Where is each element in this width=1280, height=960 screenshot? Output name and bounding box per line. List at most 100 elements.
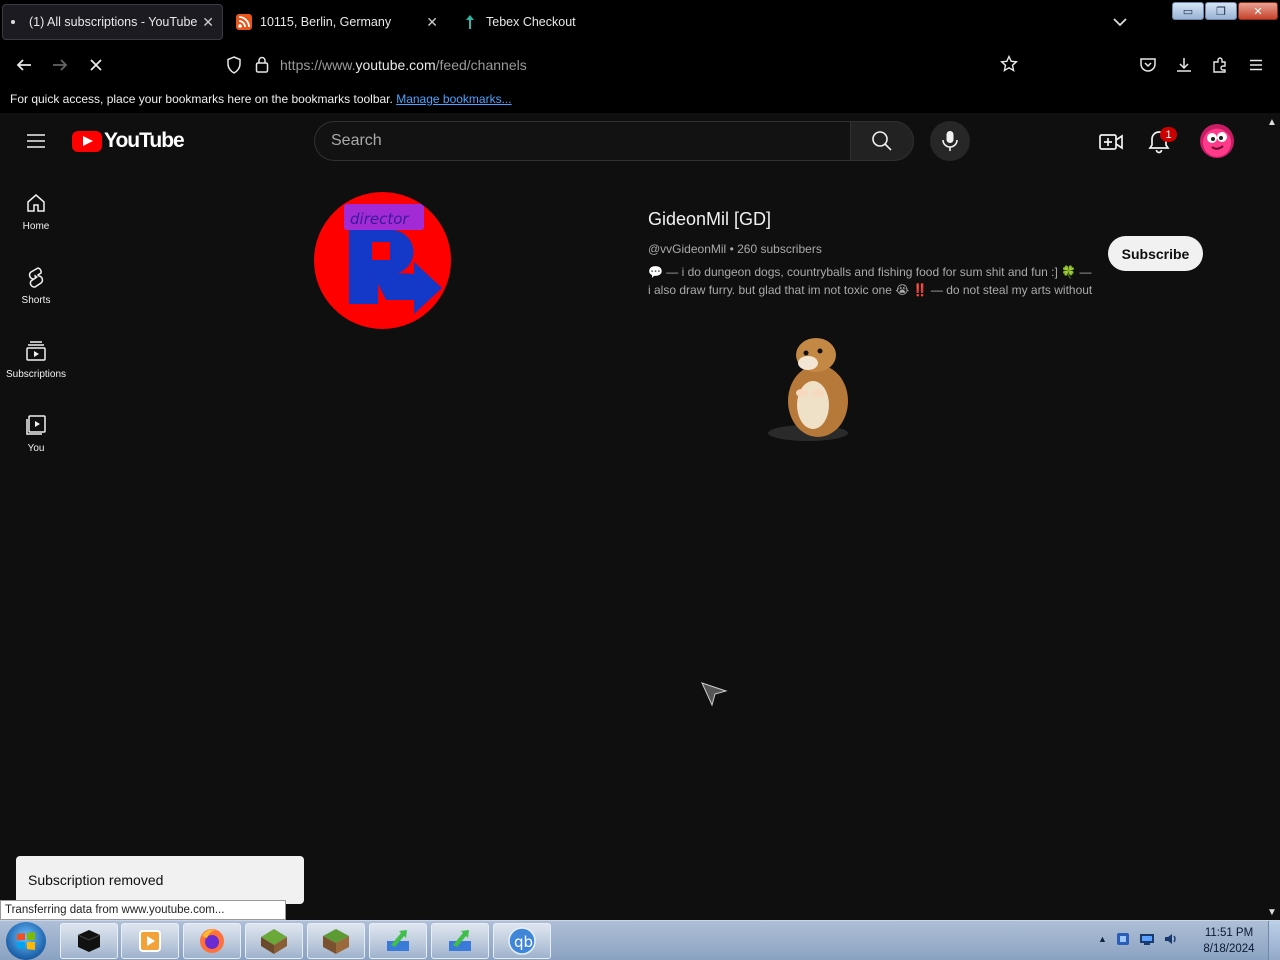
subscription-removed-toast: Subscription removed (16, 856, 304, 904)
tracking-shield-icon[interactable] (226, 56, 242, 74)
guide-label: Shorts (21, 295, 51, 306)
tab-label: (1) All subscriptions - YouTube (29, 15, 198, 29)
list-all-tabs-icon[interactable] (1110, 12, 1130, 32)
taskbar-app-green-arrow-2[interactable] (431, 923, 489, 959)
system-tray: ▲ (1098, 931, 1179, 947)
youtube-play-logo-icon (72, 130, 102, 152)
tray-expand-icon[interactable]: ▲ (1098, 934, 1107, 944)
url-text[interactable]: https://www.youtube.com/feed/channels (280, 57, 527, 73)
page-scrollbar[interactable]: ▲ ▼ (1264, 113, 1280, 920)
subscribe-button[interactable]: Subscribe (1108, 236, 1203, 271)
url-host: youtube.com (355, 57, 436, 73)
scroll-down-icon[interactable]: ▼ (1267, 907, 1277, 918)
youtube-logo[interactable]: YouTube (72, 129, 185, 153)
arrow-right-icon (53, 59, 68, 71)
search-button[interactable] (850, 121, 914, 161)
subscriptions-icon (26, 341, 46, 361)
channel-logo-r-icon: director (344, 204, 442, 314)
bookmarks-hint-text: For quick access, place your bookmarks h… (10, 92, 393, 106)
voice-search-button[interactable] (930, 121, 970, 161)
firefox-icon (200, 929, 224, 953)
minimize-button[interactable]: ▭ (1172, 2, 1204, 20)
browser-tab-bar: (1) All subscriptions - YouTube ✕ 10115,… (0, 0, 1280, 44)
tray-app-icon[interactable] (1115, 931, 1131, 947)
avatar-text: director (350, 210, 409, 228)
pocket-button[interactable] (1137, 54, 1159, 76)
arrow-left-icon (16, 59, 31, 71)
search-box: Search (314, 121, 914, 161)
tab-all-subscriptions[interactable]: (1) All subscriptions - YouTube ✕ (2, 4, 223, 40)
tab-close-icon[interactable]: ✕ (426, 14, 438, 31)
clock-time: 11:51 PM (1204, 927, 1254, 939)
browser-nav-bar: https://www.youtube.com/feed/channels (0, 44, 1280, 86)
taskbar-app-minecraft[interactable] (307, 923, 365, 959)
guide-label: Subscriptions (5, 369, 67, 380)
notification-count-badge: 1 (1160, 127, 1177, 142)
guide-label: You (27, 443, 45, 454)
channel-avatar[interactable]: director (314, 192, 451, 329)
account-avatar[interactable] (1200, 124, 1234, 158)
guide-item-shorts[interactable]: Shorts (0, 251, 72, 323)
windows-taskbar: qb ▲ 11:51 PM 8/18/2024 (0, 920, 1280, 960)
qb-text: qb (514, 933, 533, 951)
qbittorrent-icon: qb (508, 927, 536, 955)
green-arrow-app-icon-2 (449, 930, 471, 951)
guide-item-you[interactable]: You (0, 399, 72, 471)
window-controls: ▭ ❐ ✕ (1172, 2, 1278, 20)
scroll-up-icon[interactable]: ▲ (1267, 117, 1277, 128)
guide-item-home[interactable]: Home (0, 177, 72, 249)
restore-button[interactable]: ❐ (1205, 2, 1237, 20)
meta-separator: • (729, 242, 738, 256)
download-icon (1177, 58, 1191, 72)
extensions-button[interactable] (1209, 54, 1231, 76)
channel-meta: @vvGideonMil • 260 subscribers (648, 242, 822, 256)
taskbar-app-black-box[interactable] (60, 923, 118, 959)
create-video-icon[interactable] (1098, 129, 1124, 155)
guide-label: Home (22, 221, 50, 232)
url-bar[interactable]: https://www.youtube.com/feed/channels (222, 50, 1030, 80)
volume-icon[interactable] (1163, 931, 1179, 947)
guide-item-subscriptions[interactable]: Subscriptions (0, 325, 72, 397)
tab-tebex-checkout[interactable]: Tebex Checkout (452, 4, 652, 40)
search-input[interactable]: Search (314, 121, 850, 161)
channel-handle: @vvGideonMil (648, 242, 727, 256)
pocket-icon (1140, 58, 1156, 72)
manage-bookmarks-link[interactable]: Manage bookmarks... (396, 92, 511, 106)
downloads-button[interactable] (1173, 54, 1195, 76)
bookmarks-toolbar: For quick access, place your bookmarks h… (0, 86, 1280, 113)
grass-block-icon (261, 929, 287, 954)
tab-berlin[interactable]: 10115, Berlin, Germany ✕ (226, 4, 446, 40)
start-button[interactable] (6, 922, 46, 960)
guide-menu-icon[interactable] (24, 129, 48, 153)
stop-loading-button[interactable] (85, 54, 107, 76)
forward-button[interactable] (49, 54, 71, 76)
logo-text: YouTube (104, 129, 185, 152)
network-icon[interactable] (1139, 931, 1155, 947)
lock-icon[interactable] (255, 56, 269, 73)
show-desktop-button[interactable] (1268, 921, 1280, 960)
youtube-page: YouTube Search 1 Home Shorts Subscriptio… (0, 113, 1264, 920)
mouse-pointer-icon (701, 682, 728, 707)
hamburger-menu-icon (1250, 59, 1262, 71)
channel-name[interactable]: GideonMil [GD] (648, 209, 771, 230)
home-icon (27, 194, 45, 212)
close-window-button[interactable]: ✕ (1238, 2, 1278, 20)
taskbar-clock[interactable]: 11:51 PM 8/18/2024 (1196, 925, 1262, 957)
stop-x-icon (90, 59, 102, 71)
bookmark-star-icon[interactable] (1000, 55, 1018, 73)
puzzle-piece-icon (1213, 57, 1226, 73)
taskbar-app-firefox[interactable] (183, 923, 241, 959)
windows-logo-icon (17, 932, 35, 950)
avatar-face-icon (1207, 132, 1227, 150)
tab-close-icon[interactable]: ✕ (202, 14, 214, 31)
back-button[interactable] (13, 54, 35, 76)
minecraft-icon (323, 929, 349, 954)
taskbar-app-grass-block[interactable] (245, 923, 303, 959)
rss-feed-icon (236, 14, 252, 30)
app-menu-button[interactable] (1245, 54, 1267, 76)
shorts-icon (28, 267, 44, 288)
taskbar-app-green-arrow-1[interactable] (369, 923, 427, 959)
you-icon (26, 415, 46, 435)
taskbar-app-media-player[interactable] (121, 923, 179, 959)
taskbar-app-qbittorrent[interactable]: qb (493, 923, 551, 959)
